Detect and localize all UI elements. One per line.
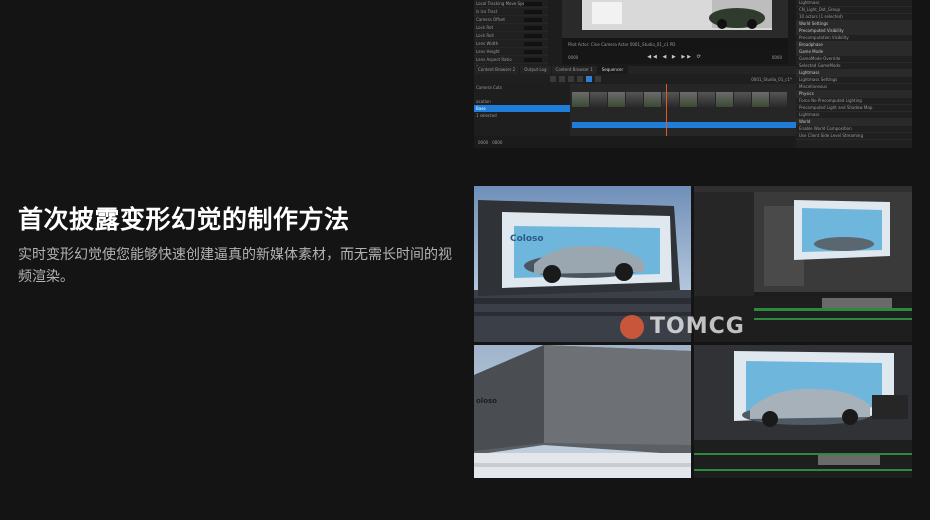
sequence-name: 0001_Studio_01_c1* xyxy=(751,76,792,82)
details-scroll-column xyxy=(548,0,562,66)
details-row: Local Tracking Move Speed xyxy=(474,0,548,8)
panel-row[interactable]: CN_Light_Dot_Group xyxy=(796,7,912,14)
tab-content-browser-1[interactable]: Content Browser 1 xyxy=(552,66,598,74)
editor-car-screenshot xyxy=(694,345,912,478)
details-row: Lens Aspect Ratio xyxy=(474,56,548,64)
gear-icon[interactable] xyxy=(595,76,601,82)
editor-screenshot: Local Tracking Move Speed Is Ice Tract C… xyxy=(474,0,912,148)
page-description: 实时变形幻觉使您能够快速创建逼真的新媒体素材，而无需长时间的视频渲染。 xyxy=(18,247,452,285)
details-row: Lens Height xyxy=(474,48,548,56)
camera-cut-thumbnails xyxy=(572,92,787,107)
watermark: TOMCG xyxy=(620,314,745,339)
world-settings-panel: Lightmass CN_Light_Dot_Group 10 actors (… xyxy=(796,0,912,148)
camera-icon[interactable] xyxy=(568,76,574,82)
panel-row[interactable]: Force No Precomputed Lighting xyxy=(796,98,912,105)
details-row: Lock Roll xyxy=(474,32,548,40)
details-panel: Local Tracking Move Speed Is Ice Tract C… xyxy=(474,0,548,72)
timeline-footer: 0000 0000 xyxy=(474,136,796,148)
panel-header[interactable]: Broadphase xyxy=(796,42,912,49)
transport-buttons[interactable]: ◀◀ ◀ ▶ ▶▶ ⟳ xyxy=(647,54,703,60)
watermark-text: TOMCG xyxy=(650,314,745,339)
panel-row[interactable]: Lightmass xyxy=(796,112,912,119)
panel-row[interactable]: Lightmass xyxy=(796,0,912,7)
panel-header[interactable]: World xyxy=(796,119,912,126)
track-list: Camera Cuts ocation Base 1 selected xyxy=(474,84,570,136)
panel-row[interactable]: Precomputation Visibility xyxy=(796,35,912,42)
save-icon[interactable] xyxy=(550,76,556,82)
tab-output-log[interactable]: Output Log xyxy=(520,66,552,74)
snap-icon[interactable] xyxy=(586,76,592,82)
panel-row[interactable]: Miscellaneous xyxy=(796,84,912,91)
track-row[interactable] xyxy=(474,91,570,98)
panel-row[interactable]: Precomputed Light and Shadow Map xyxy=(796,105,912,112)
selection-count: 1 selected xyxy=(476,113,497,118)
panel-row[interactable]: Enable World Composition xyxy=(796,126,912,133)
film-icon[interactable] xyxy=(577,76,583,82)
building-screen-image: oloso xyxy=(474,345,691,478)
panel-header[interactable]: Physics xyxy=(796,91,912,98)
tomato-logo-icon xyxy=(620,314,644,339)
panel-header[interactable]: World Settings xyxy=(796,21,912,28)
editor-tab-bar: Content Browser 2 Output Log Content Bro… xyxy=(474,66,796,74)
playback-controls[interactable]: 0000 ◀◀ ◀ ▶ ▶▶ ⟳ 0000 xyxy=(562,50,788,64)
panel-row[interactable]: GameMode Override xyxy=(796,56,912,63)
tab-content-browser-2[interactable]: Content Browser 2 xyxy=(474,66,521,74)
frame-end: 0000 xyxy=(771,54,782,60)
building-facade xyxy=(474,345,691,478)
panel-row[interactable]: Selected GameMode xyxy=(796,63,912,70)
viewport-caption: Pilot Actor: Cine Camera Actor 0001_Stud… xyxy=(562,38,788,50)
track-row[interactable]: Camera Cuts xyxy=(474,84,570,91)
building-logo: oloso xyxy=(476,397,497,405)
billboard-logo: Coloso xyxy=(510,234,544,244)
panel-row[interactable]: Use Client Side Level Streaming xyxy=(796,133,912,140)
studio-car-render xyxy=(562,0,788,38)
track-row[interactable]: ocation xyxy=(474,98,570,105)
details-row: Lens Width xyxy=(474,40,548,48)
search-icon[interactable] xyxy=(559,76,565,82)
page-title: 首次披露变形幻觉的制作方法 xyxy=(18,205,350,234)
editor-car-render xyxy=(694,345,912,478)
selected-track-bar[interactable] xyxy=(572,122,796,128)
panel-header[interactable]: Lightmass xyxy=(796,70,912,77)
panel-row[interactable]: Lightmass Settings xyxy=(796,77,912,84)
details-row: Is Ice Tract xyxy=(474,8,548,16)
frame-start: 0000 xyxy=(568,54,579,60)
panel-header[interactable]: Precomputed Visibility xyxy=(796,28,912,35)
details-row: Lock Rot xyxy=(474,24,548,32)
playhead[interactable] xyxy=(666,84,667,136)
sequencer-toolbar: 0001_Studio_01_c1* xyxy=(474,74,796,84)
track-row-selected[interactable]: Base xyxy=(474,105,570,112)
panel-row: 10 actors (1 selected) xyxy=(796,14,912,21)
viewport-preview: Pilot Actor: Cine Camera Actor 0001_Stud… xyxy=(562,0,788,50)
details-row: Camera Offset xyxy=(474,16,548,24)
panel-header[interactable]: Game Mode xyxy=(796,49,912,56)
sequencer-timeline[interactable] xyxy=(570,84,796,136)
tab-sequencer[interactable]: Sequencer xyxy=(597,66,629,74)
